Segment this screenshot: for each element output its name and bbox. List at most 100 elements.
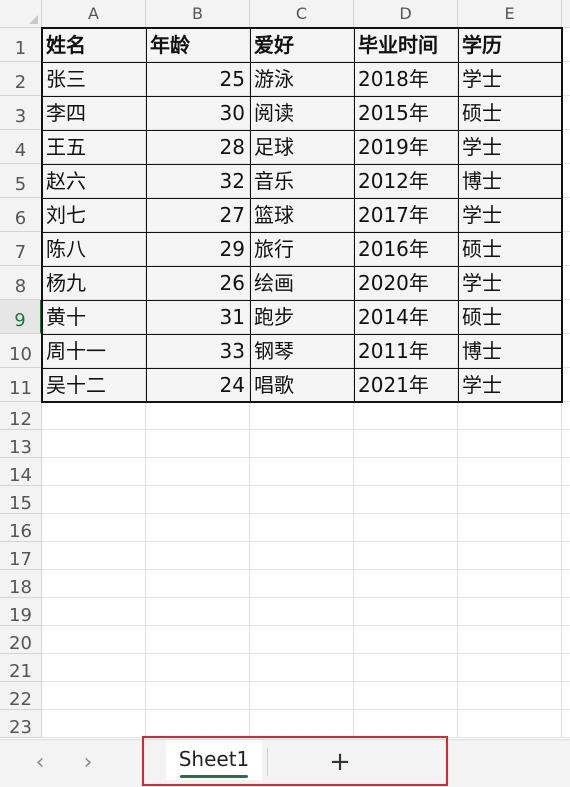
cell-b16[interactable] — [146, 514, 250, 542]
cell-c17[interactable] — [250, 542, 354, 570]
cell-b5[interactable]: 32 — [146, 164, 250, 198]
column-header-f-partial[interactable] — [562, 0, 570, 28]
cell-e3[interactable]: 硕士 — [458, 96, 562, 130]
row-header-5[interactable]: 5 — [0, 164, 42, 198]
sheet-tab-sheet1[interactable]: Sheet1 — [166, 740, 262, 780]
cell-d6[interactable]: 2017年 — [354, 198, 458, 232]
cell-b17[interactable] — [146, 542, 250, 570]
cell-e11[interactable]: 学士 — [458, 368, 562, 402]
cell-f21[interactable] — [562, 654, 570, 682]
cell-d8[interactable]: 2020年 — [354, 266, 458, 300]
cell-b20[interactable] — [146, 626, 250, 654]
table-header-cell[interactable]: 姓名 — [42, 28, 146, 62]
cell-b15[interactable] — [146, 486, 250, 514]
cell-c3[interactable]: 阅读 — [250, 96, 354, 130]
cell-f6[interactable] — [562, 198, 570, 232]
cell-e16[interactable] — [458, 514, 562, 542]
cell-f12[interactable] — [562, 402, 570, 430]
cell-d5[interactable]: 2012年 — [354, 164, 458, 198]
row-header-22[interactable]: 22 — [0, 682, 42, 710]
cell-b21[interactable] — [146, 654, 250, 682]
column-header-d[interactable]: D — [354, 0, 458, 28]
cell-a3[interactable]: 李四 — [42, 96, 146, 130]
cell-e23[interactable] — [458, 710, 562, 738]
cell-b13[interactable] — [146, 430, 250, 458]
cell-c8[interactable]: 绘画 — [250, 266, 354, 300]
cell-f19[interactable] — [562, 598, 570, 626]
cell-a12[interactable] — [42, 402, 146, 430]
cell-c10[interactable]: 钢琴 — [250, 334, 354, 368]
cell-a5[interactable]: 赵六 — [42, 164, 146, 198]
cell-f5[interactable] — [562, 164, 570, 198]
cell-b23[interactable] — [146, 710, 250, 738]
row-header-10[interactable]: 10 — [0, 334, 42, 368]
cell-c16[interactable] — [250, 514, 354, 542]
cell-a21[interactable] — [42, 654, 146, 682]
next-sheet-chevron-right-icon[interactable]: › — [74, 749, 102, 777]
cell-a22[interactable] — [42, 682, 146, 710]
cell-d3[interactable]: 2015年 — [354, 96, 458, 130]
cell-e18[interactable] — [458, 570, 562, 598]
cell-c22[interactable] — [250, 682, 354, 710]
row-header-21[interactable]: 21 — [0, 654, 42, 682]
cell-a2[interactable]: 张三 — [42, 62, 146, 96]
row-header-11[interactable]: 11 — [0, 368, 42, 402]
cell-b8[interactable]: 26 — [146, 266, 250, 300]
cell-e10[interactable]: 博士 — [458, 334, 562, 368]
cell-e4[interactable]: 学士 — [458, 130, 562, 164]
cell-f22[interactable] — [562, 682, 570, 710]
select-all-corner[interactable] — [0, 0, 42, 28]
cell-d14[interactable] — [354, 458, 458, 486]
cell-c9[interactable]: 跑步 — [250, 300, 354, 334]
cell-b7[interactable]: 29 — [146, 232, 250, 266]
cell-f13[interactable] — [562, 430, 570, 458]
cell-e7[interactable]: 硕士 — [458, 232, 562, 266]
cell-c21[interactable] — [250, 654, 354, 682]
column-header-e[interactable]: E — [458, 0, 562, 28]
cell-c20[interactable] — [250, 626, 354, 654]
cell-a14[interactable] — [42, 458, 146, 486]
row-header-12[interactable]: 12 — [0, 402, 42, 430]
cell-f14[interactable] — [562, 458, 570, 486]
cell-a13[interactable] — [42, 430, 146, 458]
cell-c18[interactable] — [250, 570, 354, 598]
cell-f11[interactable] — [562, 368, 570, 402]
cell-f8[interactable] — [562, 266, 570, 300]
cell-a23[interactable] — [42, 710, 146, 738]
cell-f7[interactable] — [562, 232, 570, 266]
cell-d7[interactable]: 2016年 — [354, 232, 458, 266]
cell-d13[interactable] — [354, 430, 458, 458]
cell-b9[interactable]: 31 — [146, 300, 250, 334]
column-header-c[interactable]: C — [250, 0, 354, 28]
cell-f10[interactable] — [562, 334, 570, 368]
prev-sheet-chevron-left-icon[interactable]: ‹ — [26, 749, 54, 777]
cell-d2[interactable]: 2018年 — [354, 62, 458, 96]
row-header-9[interactable]: 9 — [0, 300, 42, 334]
cell-f16[interactable] — [562, 514, 570, 542]
cell-b2[interactable]: 25 — [146, 62, 250, 96]
row-header-2[interactable]: 2 — [0, 62, 42, 96]
cell-b12[interactable] — [146, 402, 250, 430]
table-header-cell[interactable]: 毕业时间 — [354, 28, 458, 62]
cell-c19[interactable] — [250, 598, 354, 626]
cell-a7[interactable]: 陈八 — [42, 232, 146, 266]
row-header-13[interactable]: 13 — [0, 430, 42, 458]
cell-d23[interactable] — [354, 710, 458, 738]
row-header-15[interactable]: 15 — [0, 486, 42, 514]
cell-d15[interactable] — [354, 486, 458, 514]
cell-e8[interactable]: 学士 — [458, 266, 562, 300]
cell-f18[interactable] — [562, 570, 570, 598]
cell-b4[interactable]: 28 — [146, 130, 250, 164]
cell-a18[interactable] — [42, 570, 146, 598]
row-header-18[interactable]: 18 — [0, 570, 42, 598]
cell-c14[interactable] — [250, 458, 354, 486]
cell-e9[interactable]: 硕士 — [458, 300, 562, 334]
row-header-20[interactable]: 20 — [0, 626, 42, 654]
cell-b18[interactable] — [146, 570, 250, 598]
cell-c4[interactable]: 足球 — [250, 130, 354, 164]
row-header-17[interactable]: 17 — [0, 542, 42, 570]
cell-e19[interactable] — [458, 598, 562, 626]
row-header-4[interactable]: 4 — [0, 130, 42, 164]
cell-a19[interactable] — [42, 598, 146, 626]
cell-f23[interactable] — [562, 710, 570, 738]
